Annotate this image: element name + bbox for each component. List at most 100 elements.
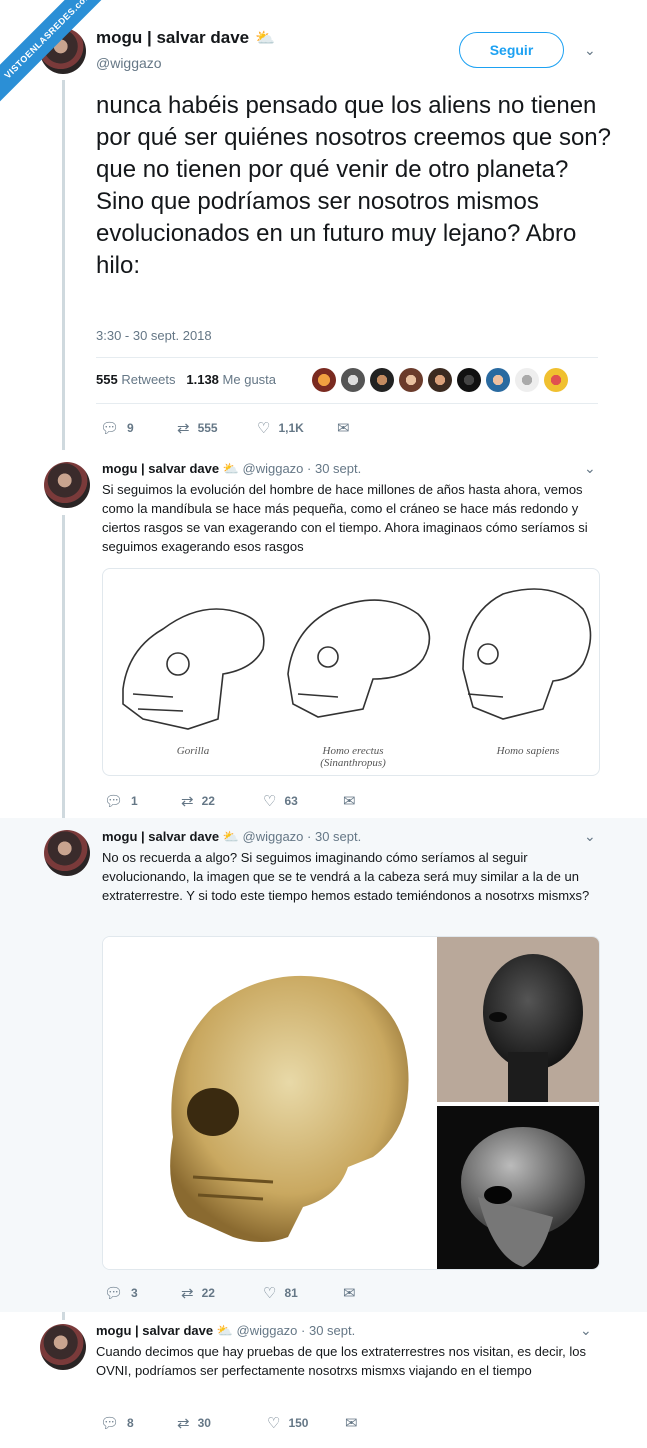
retweet-count: 22 <box>201 1286 215 1300</box>
like-button[interactable]: ♡ 81 <box>263 1284 343 1302</box>
envelope-icon: ✉ <box>343 1285 356 1302</box>
liker-avatar[interactable] <box>428 368 452 392</box>
speech-bubble-icon: 💬︎ <box>104 793 124 810</box>
skull-label-gorilla: Gorilla <box>176 745 210 757</box>
reply-button[interactable]: 💬︎ 3 <box>104 1284 181 1302</box>
retweet-button[interactable]: ⇄ 22 <box>181 1284 263 1302</box>
media-grid <box>103 937 599 1269</box>
tweet-timestamp[interactable]: 3:30 - 30 sept. 2018 <box>96 328 212 343</box>
reply-tweet[interactable]: mogu | salvar dave ⛅ @wiggazo · 30 sept.… <box>0 1312 647 1448</box>
skull-label-erectus: Homo erectus (Sinanthropus) <box>320 745 386 769</box>
retweet-button[interactable]: ⇄ 555 <box>177 419 257 437</box>
heart-icon: ♡ <box>257 420 271 437</box>
like-button[interactable]: ♡ 63 <box>263 792 343 810</box>
skull-and-aliens-images[interactable] <box>102 936 600 1270</box>
reply-text: Si seguimos la evolución del hombre de h… <box>102 482 588 554</box>
avatar[interactable] <box>40 1324 86 1370</box>
author-name[interactable]: mogu | salvar dave <box>96 1323 213 1338</box>
liker-avatar[interactable] <box>486 368 510 392</box>
liker-avatar[interactable] <box>312 368 336 392</box>
handle-date[interactable]: @wiggazo · 30 sept. <box>243 829 362 844</box>
tweet-actions: 💬︎ 3 ⇄ 22 ♡ 81 ✉ <box>104 1284 356 1302</box>
reply-count: 1 <box>131 794 138 808</box>
tweet-actions: 💬︎ 1 ⇄ 22 ♡ 63 ✉ <box>104 792 356 810</box>
chevron-down-icon[interactable]: ⌄ <box>584 828 596 845</box>
reply-button[interactable]: 💬︎ 1 <box>104 792 181 810</box>
chevron-down-icon[interactable]: ⌄ <box>584 42 596 59</box>
tweet-text: nunca habéis pensado que los aliens no t… <box>96 92 611 279</box>
divider <box>96 403 598 404</box>
sun-behind-cloud-icon: ⛅ <box>216 1323 233 1338</box>
author-name[interactable]: mogu | salvar dave <box>102 461 219 476</box>
likes-label[interactable]: Me gusta <box>223 372 276 387</box>
reply-count: 9 <box>127 421 134 435</box>
reply-tweet[interactable]: mogu | salvar dave ⛅ @wiggazo · 30 sept.… <box>0 818 647 1312</box>
speech-bubble-icon: 💬︎ <box>104 1285 124 1302</box>
likes-count[interactable]: 1.138 <box>186 372 219 387</box>
retweet-icon: ⇄ <box>181 793 194 810</box>
dm-button[interactable]: ✉ <box>345 1414 358 1432</box>
retweet-button[interactable]: ⇄ 22 <box>181 792 263 810</box>
handle-date[interactable]: @wiggazo · 30 sept. <box>237 1323 356 1338</box>
skull-label-sapiens: Homo sapiens <box>496 745 560 757</box>
liker-avatar[interactable] <box>457 368 481 392</box>
reply-count: 8 <box>127 1416 134 1430</box>
dm-button[interactable]: ✉ <box>343 1284 356 1302</box>
speech-bubble-icon: 💬︎ <box>100 420 120 437</box>
heart-icon: ♡ <box>263 1285 277 1302</box>
reply-header: mogu | salvar dave ⛅ @wiggazo · 30 sept. <box>102 829 361 845</box>
chevron-down-icon[interactable]: ⌄ <box>584 460 596 477</box>
divider <box>96 357 598 358</box>
retweets-count[interactable]: 555 <box>96 372 118 387</box>
reply-button[interactable]: 💬︎ 9 <box>100 419 177 437</box>
liker-avatar[interactable] <box>544 368 568 392</box>
tweet-actions: 💬︎ 9 ⇄ 555 ♡ 1,1K ✉ <box>100 419 350 437</box>
retweet-icon: ⇄ <box>177 420 190 437</box>
like-count: 150 <box>288 1416 309 1430</box>
chevron-down-icon[interactable]: ⌄ <box>580 1322 592 1339</box>
like-button[interactable]: ♡ 1,1K <box>257 419 337 437</box>
avatar[interactable] <box>44 462 90 508</box>
like-count: 63 <box>284 794 298 808</box>
avatar[interactable] <box>44 830 90 876</box>
sun-behind-cloud-icon: ⛅ <box>222 829 239 844</box>
retweet-count: 22 <box>201 794 215 808</box>
reply-button[interactable]: 💬︎ 8 <box>100 1414 177 1432</box>
reply-header: mogu | salvar dave ⛅ @wiggazo · 30 sept. <box>96 1323 355 1339</box>
follow-button[interactable]: Seguir <box>459 32 564 68</box>
retweet-count: 30 <box>197 1416 211 1430</box>
author-name-text[interactable]: mogu | salvar dave <box>96 28 249 47</box>
author-handle[interactable]: @wiggazo <box>96 55 162 71</box>
like-count: 81 <box>284 1286 298 1300</box>
envelope-icon: ✉ <box>337 420 350 437</box>
sun-behind-cloud-icon: ⛅ <box>222 461 239 476</box>
liker-avatar[interactable] <box>370 368 394 392</box>
author-name[interactable]: mogu | salvar dave <box>102 829 219 844</box>
dm-button[interactable]: ✉ <box>337 419 350 437</box>
heart-icon: ♡ <box>263 793 277 810</box>
reply-header: mogu | salvar dave ⛅ @wiggazo · 30 sept. <box>102 461 361 477</box>
sun-behind-cloud-icon: ⛅ <box>255 30 276 47</box>
like-count: 1,1K <box>278 421 304 435</box>
tweet-thread: VISTOENLASREDES.com mogu | salvar dave ⛅ … <box>0 0 647 1448</box>
liker-avatar[interactable] <box>515 368 539 392</box>
handle-date[interactable]: @wiggazo · 30 sept. <box>243 461 362 476</box>
author-name[interactable]: mogu | salvar dave ⛅ <box>96 28 275 48</box>
tweet-stats: 555 Retweets 1.138 Me gusta <box>96 372 276 387</box>
liker-avatars <box>312 368 568 392</box>
like-button[interactable]: ♡ 150 <box>267 1414 345 1432</box>
tweet-actions: 💬︎ 8 ⇄ 30 ♡ 150 ✉ <box>100 1414 358 1432</box>
liker-avatar[interactable] <box>399 368 423 392</box>
reply-text: No os recuerda a algo? Si seguimos imagi… <box>102 850 590 903</box>
envelope-icon: ✉ <box>345 1415 358 1432</box>
retweet-button[interactable]: ⇄ 30 <box>177 1414 267 1432</box>
speech-bubble-icon: 💬︎ <box>100 1415 120 1432</box>
dm-button[interactable]: ✉ <box>343 792 356 810</box>
retweets-label[interactable]: Retweets <box>121 372 175 387</box>
liker-avatar[interactable] <box>341 368 365 392</box>
thread-line <box>62 80 65 450</box>
reply-text: Cuando decimos que hay pruebas de que lo… <box>96 1344 586 1378</box>
evolution-skulls-image[interactable]: Gorilla Homo erectus (Sinanthropus) Homo… <box>102 568 600 776</box>
retweet-count: 555 <box>197 421 218 435</box>
reply-tweet[interactable]: mogu | salvar dave ⛅ @wiggazo · 30 sept.… <box>0 450 647 818</box>
